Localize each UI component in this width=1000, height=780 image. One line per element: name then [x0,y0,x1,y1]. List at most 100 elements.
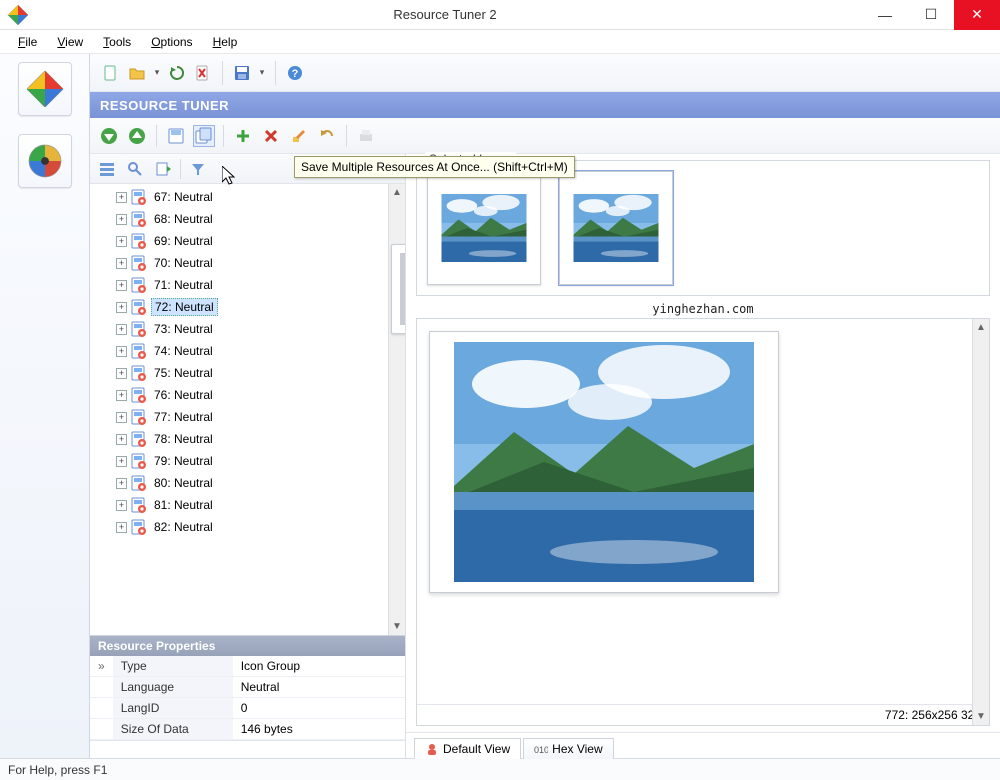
save-multiple-icon[interactable] [193,125,215,147]
tree-toolbar [90,154,405,184]
nav-down-icon[interactable] [98,125,120,147]
expand-icon[interactable]: + [116,522,127,533]
expand-icon[interactable]: + [116,412,127,423]
resource-icon [131,475,147,491]
tree-item-68[interactable]: +68: Neutral [110,208,405,230]
scroll-down-icon[interactable]: ▼ [389,618,405,635]
tree-item-78[interactable]: +78: Neutral [110,428,405,450]
left-rail [0,54,90,758]
selected-image-label: Selected Image [425,152,516,166]
maximize-button[interactable]: ☐ [908,0,954,30]
save-icon[interactable] [231,62,253,84]
expand-icon[interactable]: + [116,302,127,313]
selected-image-group: Selected Image [416,160,990,296]
tree-item-73[interactable]: +73: Neutral [110,318,405,340]
view-tabs: Default View 0101 Hex View [406,732,1000,758]
expand-icon[interactable]: + [116,324,127,335]
open-folder-icon[interactable] [126,62,148,84]
expand-icon[interactable]: + [116,390,127,401]
undo-icon[interactable] [316,125,338,147]
minimize-button[interactable]: — [862,0,908,30]
rail-resources-button[interactable] [18,62,72,116]
menu-options[interactable]: Options [141,33,202,51]
scroll-down-icon[interactable]: ▼ [973,708,989,725]
menu-view[interactable]: View [47,33,93,51]
prop-value: 146 bytes [233,719,405,740]
open-dropdown-icon[interactable]: ▾ [152,67,162,78]
tree-item-82[interactable]: +82: Neutral [110,516,405,538]
person-icon [425,742,439,756]
left-pane: Save Multiple Resources At Once... (Shif… [90,154,406,758]
expand-icon[interactable]: + [116,456,127,467]
expand-icon[interactable]: + [116,434,127,445]
expand-icon[interactable]: + [116,368,127,379]
tree-item-76[interactable]: +76: Neutral [110,384,405,406]
edit-icon[interactable] [288,125,310,147]
tree-item-label: 69: Neutral [151,233,216,249]
tree-scrollbar[interactable]: ▲ ▼ [388,184,405,635]
tree-item-label: 78: Neutral [151,431,216,447]
close-button[interactable]: ✕ [954,0,1000,30]
prop-key: Language [113,677,233,698]
close-file-icon[interactable] [192,62,214,84]
nav-up-icon[interactable] [126,125,148,147]
viewer-scrollbar[interactable]: ▲ ▼ [972,319,989,725]
menu-file[interactable]: File [8,33,47,51]
expand-icon[interactable]: + [116,346,127,357]
tree-item-label: 77: Neutral [151,409,216,425]
tree-item-79[interactable]: +79: Neutral [110,450,405,472]
app-icon [8,5,28,25]
expand-icon[interactable]: + [116,280,127,291]
tree-item-77[interactable]: +77: Neutral [110,406,405,428]
tree-item-71[interactable]: +71: Neutral [110,274,405,296]
tree-expand-icon[interactable] [96,158,118,180]
expand-icon[interactable]: + [116,478,127,489]
prop-value: Icon Group [233,656,405,677]
thumbnail-2[interactable] [559,171,673,285]
menu-tools[interactable]: Tools [93,33,141,51]
expand-icon[interactable]: + [116,236,127,247]
tree-find-icon[interactable] [124,158,146,180]
image-viewer: ▲ ▼ 772: 256x256 32b [416,318,990,726]
scroll-up-icon[interactable]: ▲ [389,184,405,201]
tree-item-75[interactable]: +75: Neutral [110,362,405,384]
tab-default-view[interactable]: Default View [414,738,521,759]
chevron-icon[interactable]: » [90,656,113,677]
resource-icon [131,299,147,315]
tree-item-67[interactable]: +67: Neutral [110,186,405,208]
print-icon[interactable] [355,125,377,147]
tree-item-81[interactable]: +81: Neutral [110,494,405,516]
tree-item-label: 71: Neutral [151,277,216,293]
resource-icon [131,387,147,403]
delete-icon[interactable] [260,125,282,147]
tree-export-icon[interactable] [152,158,174,180]
help-icon[interactable]: ? [284,62,306,84]
add-icon[interactable] [232,125,254,147]
menu-help[interactable]: Help [203,33,248,51]
tree-item-70[interactable]: +70: Neutral [110,252,405,274]
expand-icon[interactable]: + [116,214,127,225]
expand-icon[interactable]: + [116,500,127,511]
scroll-thumb[interactable] [391,244,405,334]
prop-value: 0 [233,698,405,719]
refresh-icon[interactable] [166,62,188,84]
tree-item-69[interactable]: +69: Neutral [110,230,405,252]
rail-gauge-button[interactable] [18,134,72,188]
tree-item-74[interactable]: +74: Neutral [110,340,405,362]
resource-tree[interactable]: +67: Neutral+68: Neutral+69: Neutral+70:… [90,184,405,635]
save-dropdown-icon[interactable]: ▾ [257,67,267,78]
tree-item-72[interactable]: +72: Neutral [110,296,405,318]
scroll-up-icon[interactable]: ▲ [973,319,989,336]
tab-hex-view[interactable]: 0101 Hex View [523,738,613,759]
expand-icon[interactable]: + [116,192,127,203]
thumbnail-1[interactable] [427,171,541,285]
filter-icon[interactable] [187,158,209,180]
tree-item-label: 75: Neutral [151,365,216,381]
tree-item-label: 79: Neutral [151,453,216,469]
save-resource-icon[interactable] [165,125,187,147]
prop-key: Type [113,656,233,677]
new-file-icon[interactable] [100,62,122,84]
tree-item-80[interactable]: +80: Neutral [110,472,405,494]
expand-icon[interactable]: + [116,258,127,269]
menubar: File View Tools Options Help [0,30,1000,54]
